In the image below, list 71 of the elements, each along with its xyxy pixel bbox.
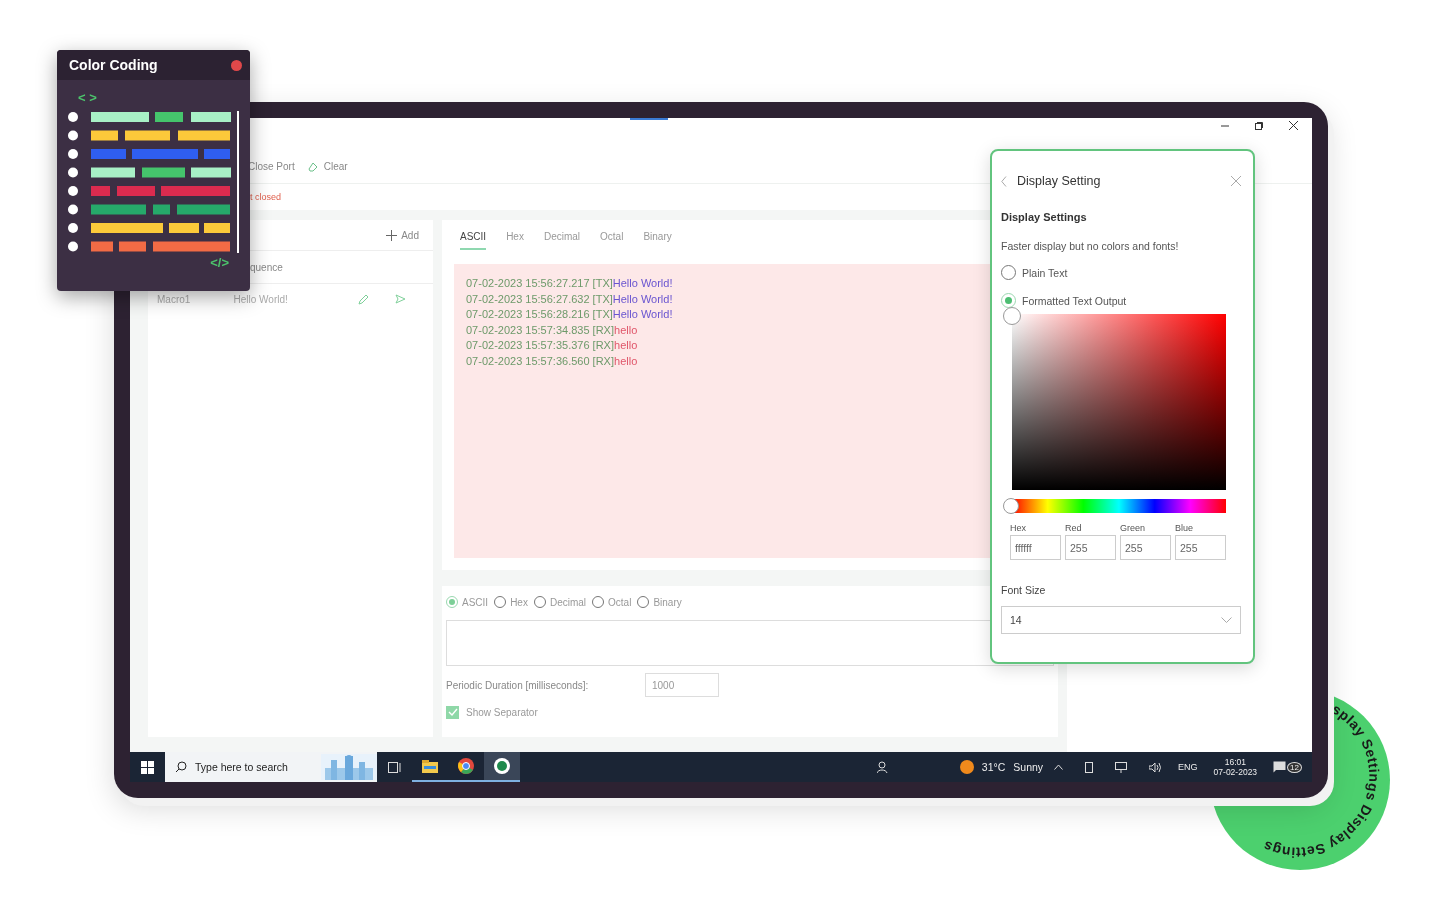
section-note: Faster display but no colors and fonts!	[1001, 240, 1180, 252]
add-button[interactable]: Add	[386, 229, 419, 241]
log-line: 07-02-2023 15:56:27.217 [TX]Hello World!	[466, 276, 673, 291]
separator-checkbox[interactable]	[446, 705, 459, 719]
chevron-down-icon	[1221, 617, 1232, 623]
font-size-dropdown[interactable]: 14	[1001, 606, 1241, 634]
color-field-label: Blue	[1175, 523, 1194, 533]
color-value-field[interactable]: 255	[1120, 535, 1171, 560]
font-size-label: Font Size	[1001, 584, 1047, 596]
format-radio[interactable]: ASCII	[446, 596, 489, 608]
log-line: 07-02-2023 15:57:34.835 [RX]hello	[466, 322, 638, 338]
separator-label: Show Separator	[466, 706, 538, 718]
app-icon[interactable]	[484, 752, 520, 782]
column-header: quence	[250, 261, 283, 273]
network-icon[interactable]	[1115, 761, 1128, 773]
color-field-label: Red	[1065, 523, 1083, 533]
log-line: 07-02-2023 15:57:36.560 [RX]hello	[466, 353, 638, 369]
language-indicator[interactable]: ENG	[1178, 762, 1198, 772]
color-field[interactable]	[1012, 314, 1226, 490]
color-handle[interactable]	[1003, 307, 1021, 325]
format-radio[interactable]: Decimal	[533, 596, 587, 608]
macro-value: Hello World!	[233, 293, 289, 305]
color-value-field[interactable]: ffffff	[1010, 535, 1061, 560]
panel-title: Display Setting	[1017, 174, 1101, 188]
clear-button[interactable]: Clear	[306, 161, 348, 172]
color-value-field[interactable]: 255	[1065, 535, 1116, 560]
macro-name: Macro1	[157, 293, 192, 305]
port-status: t closed	[250, 192, 282, 202]
caret-icon[interactable]	[1054, 764, 1064, 770]
color-value-field[interactable]: 255	[1175, 535, 1226, 560]
code-tag: < >	[78, 90, 97, 105]
color-field-label: Green	[1120, 523, 1146, 533]
plus-icon	[386, 229, 398, 241]
format-radio[interactable]: Binary	[637, 596, 682, 608]
task-view-icon[interactable]	[388, 761, 401, 773]
hue-slider[interactable]	[1003, 498, 1226, 514]
temperature: 31°C	[981, 761, 1006, 773]
mode-label: Plain Text	[1022, 266, 1068, 279]
log-line: 07-02-2023 15:56:27.632 [TX]Hello World!	[466, 291, 673, 307]
color-field-label: Hex	[1010, 523, 1027, 533]
mode-label: Formatted Text Output	[1022, 294, 1127, 307]
format-radio[interactable]: Hex	[494, 596, 528, 608]
close-icon[interactable]	[1289, 121, 1298, 130]
log-line: 07-02-2023 15:56:28.216 [TX]Hello World!	[466, 307, 673, 323]
format-radio[interactable]: Octal	[592, 596, 632, 608]
card-title: Color Coding	[69, 57, 158, 73]
format-tab[interactable]: ASCII	[460, 224, 487, 250]
format-tab[interactable]: Binary	[643, 224, 672, 250]
hue-slider-thumb[interactable]	[1003, 498, 1019, 514]
battery-icon[interactable]	[1085, 761, 1094, 773]
search-icon	[175, 761, 187, 773]
period-label: Periodic Duration [milliseconds]:	[446, 679, 590, 691]
format-tab[interactable]: Hex	[506, 224, 524, 250]
notification-icon[interactable]	[1273, 761, 1287, 773]
section-heading: Display Settings	[1001, 211, 1088, 223]
format-tab[interactable]: Decimal	[543, 224, 581, 250]
weather-condition: Sunny	[1013, 761, 1044, 773]
notification-count: 12	[1287, 761, 1302, 773]
speaker-icon[interactable]	[1149, 761, 1162, 773]
people-icon[interactable]	[876, 761, 889, 773]
windows-icon[interactable]	[141, 760, 154, 774]
maximize-icon[interactable]	[1255, 121, 1263, 130]
code-tag: </>	[210, 255, 229, 270]
format-tab[interactable]: Octal	[600, 224, 624, 250]
log-line: 07-02-2023 15:57:35.376 [RX]hello	[466, 338, 638, 354]
clock[interactable]: 16:01 07-02-2023	[1213, 757, 1258, 777]
search-field[interactable]: Type here to search	[165, 752, 377, 782]
eraser-icon	[306, 161, 318, 172]
sun-icon	[959, 760, 974, 774]
status-dot-icon	[231, 59, 242, 71]
period-field[interactable]: 1000	[645, 673, 719, 697]
